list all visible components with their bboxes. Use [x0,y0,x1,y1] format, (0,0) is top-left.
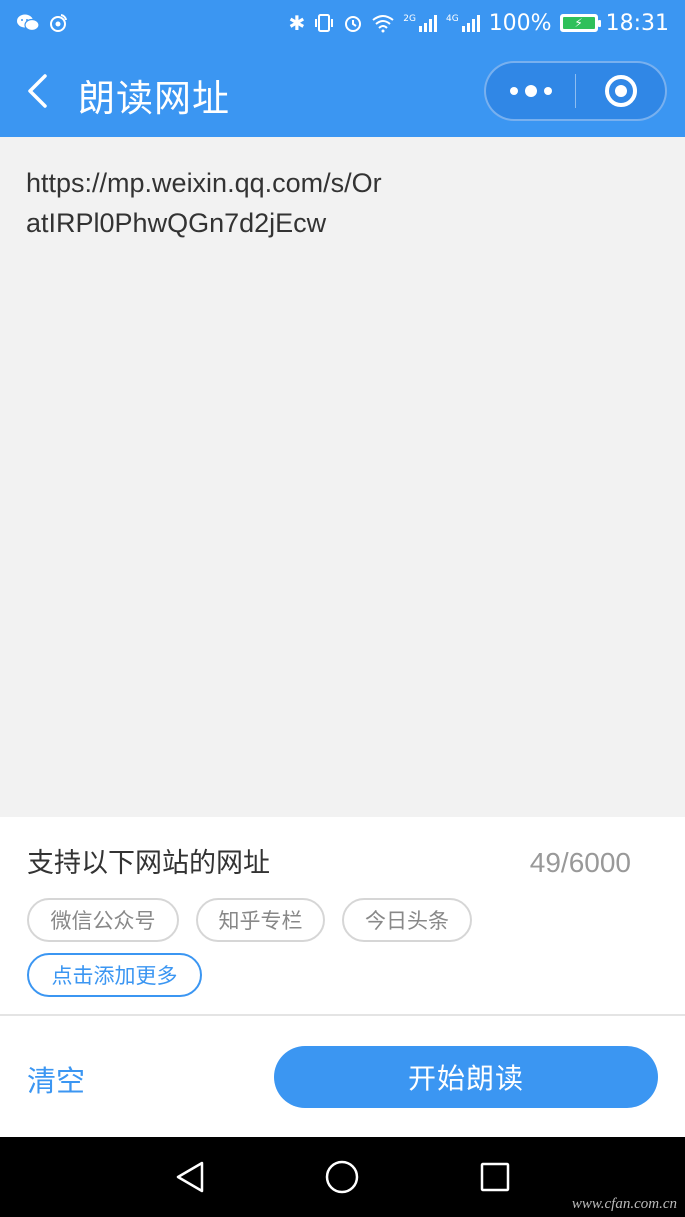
url-text: https://mp.weixin.qq.com/s/OratIRPl0PhwQ… [26,168,382,238]
tag-zhihu[interactable]: 知乎专栏 [196,898,325,942]
add-more-button[interactable]: 点击添加更多 [27,953,202,997]
status-bar: ✱ 2G 4G 100% ⚡ 18:31 [0,0,685,46]
signal-icon [461,15,480,32]
more-dots-icon [509,85,552,97]
weibo-icon [50,14,67,32]
nav-bar: 朗读网址 [0,46,685,137]
network-2g-label: 2G [403,14,416,24]
char-count: 49/6000 [529,847,631,878]
start-reading-button[interactable]: 开始朗读 [274,1046,658,1108]
status-left [16,13,68,33]
alarm-icon [345,16,362,32]
url-textarea[interactable]: https://mp.weixin.qq.com/s/OratIRPl0PhwQ… [0,137,685,817]
system-nav-bar: www.cfan.com.cn [0,1137,685,1217]
battery-icon: ⚡ [559,14,601,32]
support-panel: 支持以下网站的网址 49/6000 微信公众号 知乎专栏 今日头条 点击添加更多 [0,817,685,1016]
watermark: www.cfan.com.cn [571,1196,677,1212]
signal-icon [418,15,437,32]
bluetooth-icon: ✱ [288,11,306,35]
signal-2g: 2G [403,14,438,32]
clear-button[interactable]: 清空 [27,1058,85,1100]
chevron-left-icon [28,74,47,108]
action-bar: 清空 开始朗读 [0,1016,685,1137]
wifi-icon [372,15,394,33]
target-icon [604,75,637,107]
tag-wechat[interactable]: 微信公众号 [27,898,179,942]
signal-4g: 4G [446,14,481,32]
page-title: 朗读网址 [78,77,230,120]
back-triangle-icon[interactable] [172,1159,208,1195]
back-button[interactable] [18,71,58,111]
support-title: 支持以下网站的网址 [27,848,270,879]
home-circle-icon[interactable] [324,1159,360,1195]
status-right: ✱ 2G 4G 100% ⚡ 18:31 [289,11,669,36]
close-mini-program-button[interactable] [576,63,665,119]
clock: 18:31 [605,10,669,36]
more-button[interactable] [486,63,575,119]
battery-percent: 100% [488,10,552,36]
recent-apps-icon[interactable] [477,1159,513,1195]
tag-toutiao[interactable]: 今日头条 [342,898,472,942]
mini-program-capsule [484,61,667,121]
vibrate-icon [315,14,334,32]
wechat-icon [17,14,40,32]
network-4g-label: 4G [445,14,459,24]
